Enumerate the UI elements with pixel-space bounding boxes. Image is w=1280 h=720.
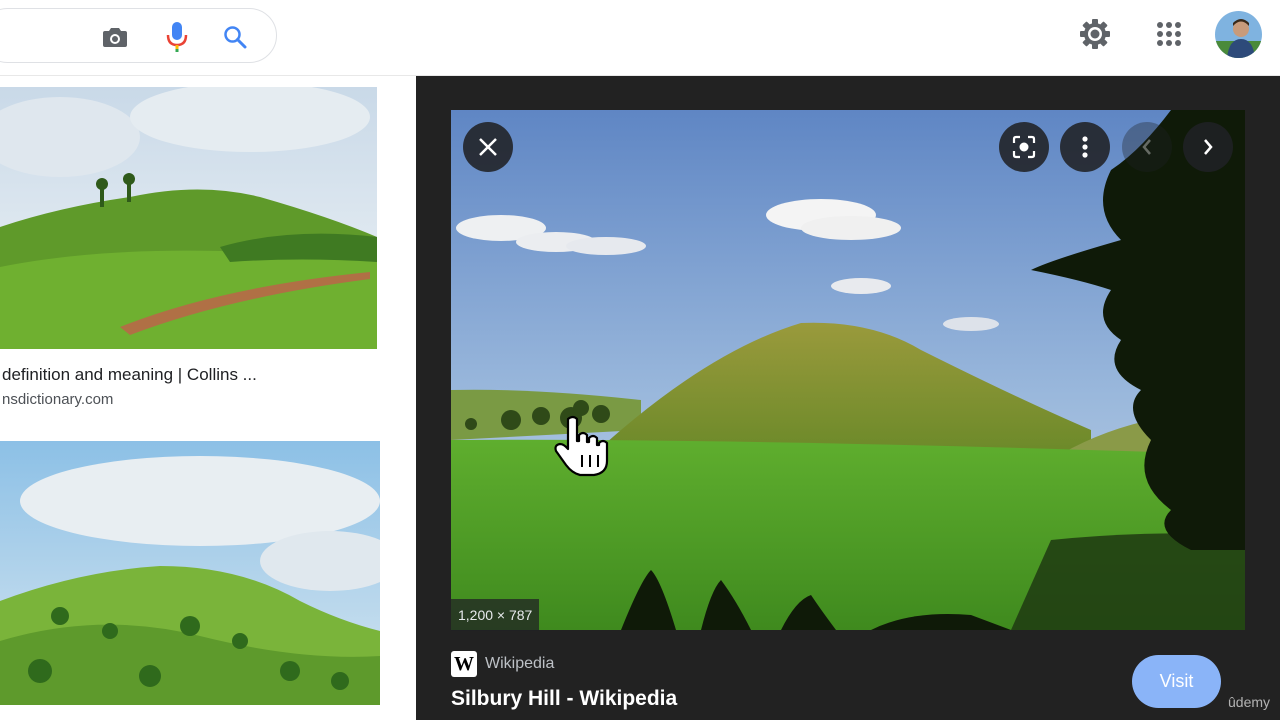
result-thumbnail[interactable] (0, 441, 380, 705)
image-dimensions: 1,200 × 787 (451, 599, 540, 631)
preview-image[interactable] (451, 110, 1245, 630)
close-icon[interactable] (463, 122, 513, 172)
apps-grid-icon[interactable] (1145, 10, 1193, 58)
visit-button[interactable]: Visit (1132, 655, 1221, 708)
watermark: ûdemy (1228, 694, 1271, 710)
source-name[interactable]: Wikipedia (485, 655, 554, 673)
camera-icon[interactable] (97, 9, 133, 64)
result-thumbnail[interactable] (0, 87, 377, 349)
chevron-right-icon[interactable] (1183, 122, 1233, 172)
chevron-left-icon[interactable] (1122, 122, 1172, 172)
avatar[interactable] (1215, 11, 1262, 58)
more-vert-icon[interactable] (1060, 122, 1110, 172)
top-bar (0, 0, 1280, 76)
gear-icon[interactable] (1071, 10, 1119, 58)
image-viewer-panel: 1,200 × 787 W Wikipedia Silbury Hill - W… (416, 76, 1280, 720)
microphone-icon[interactable] (159, 9, 195, 64)
lens-icon[interactable] (999, 122, 1049, 172)
search-icon[interactable] (217, 9, 253, 64)
results-pane: definition and meaning | Collins ... nsd… (0, 76, 416, 720)
result-source[interactable]: nsdictionary.com (2, 391, 113, 408)
wikipedia-logo: W (451, 651, 477, 677)
result-title[interactable]: definition and meaning | Collins ... (2, 365, 257, 385)
image-title[interactable]: Silbury Hill - Wikipedia (451, 687, 677, 711)
search-box[interactable] (0, 8, 277, 63)
source-row[interactable]: W Wikipedia (451, 651, 554, 677)
